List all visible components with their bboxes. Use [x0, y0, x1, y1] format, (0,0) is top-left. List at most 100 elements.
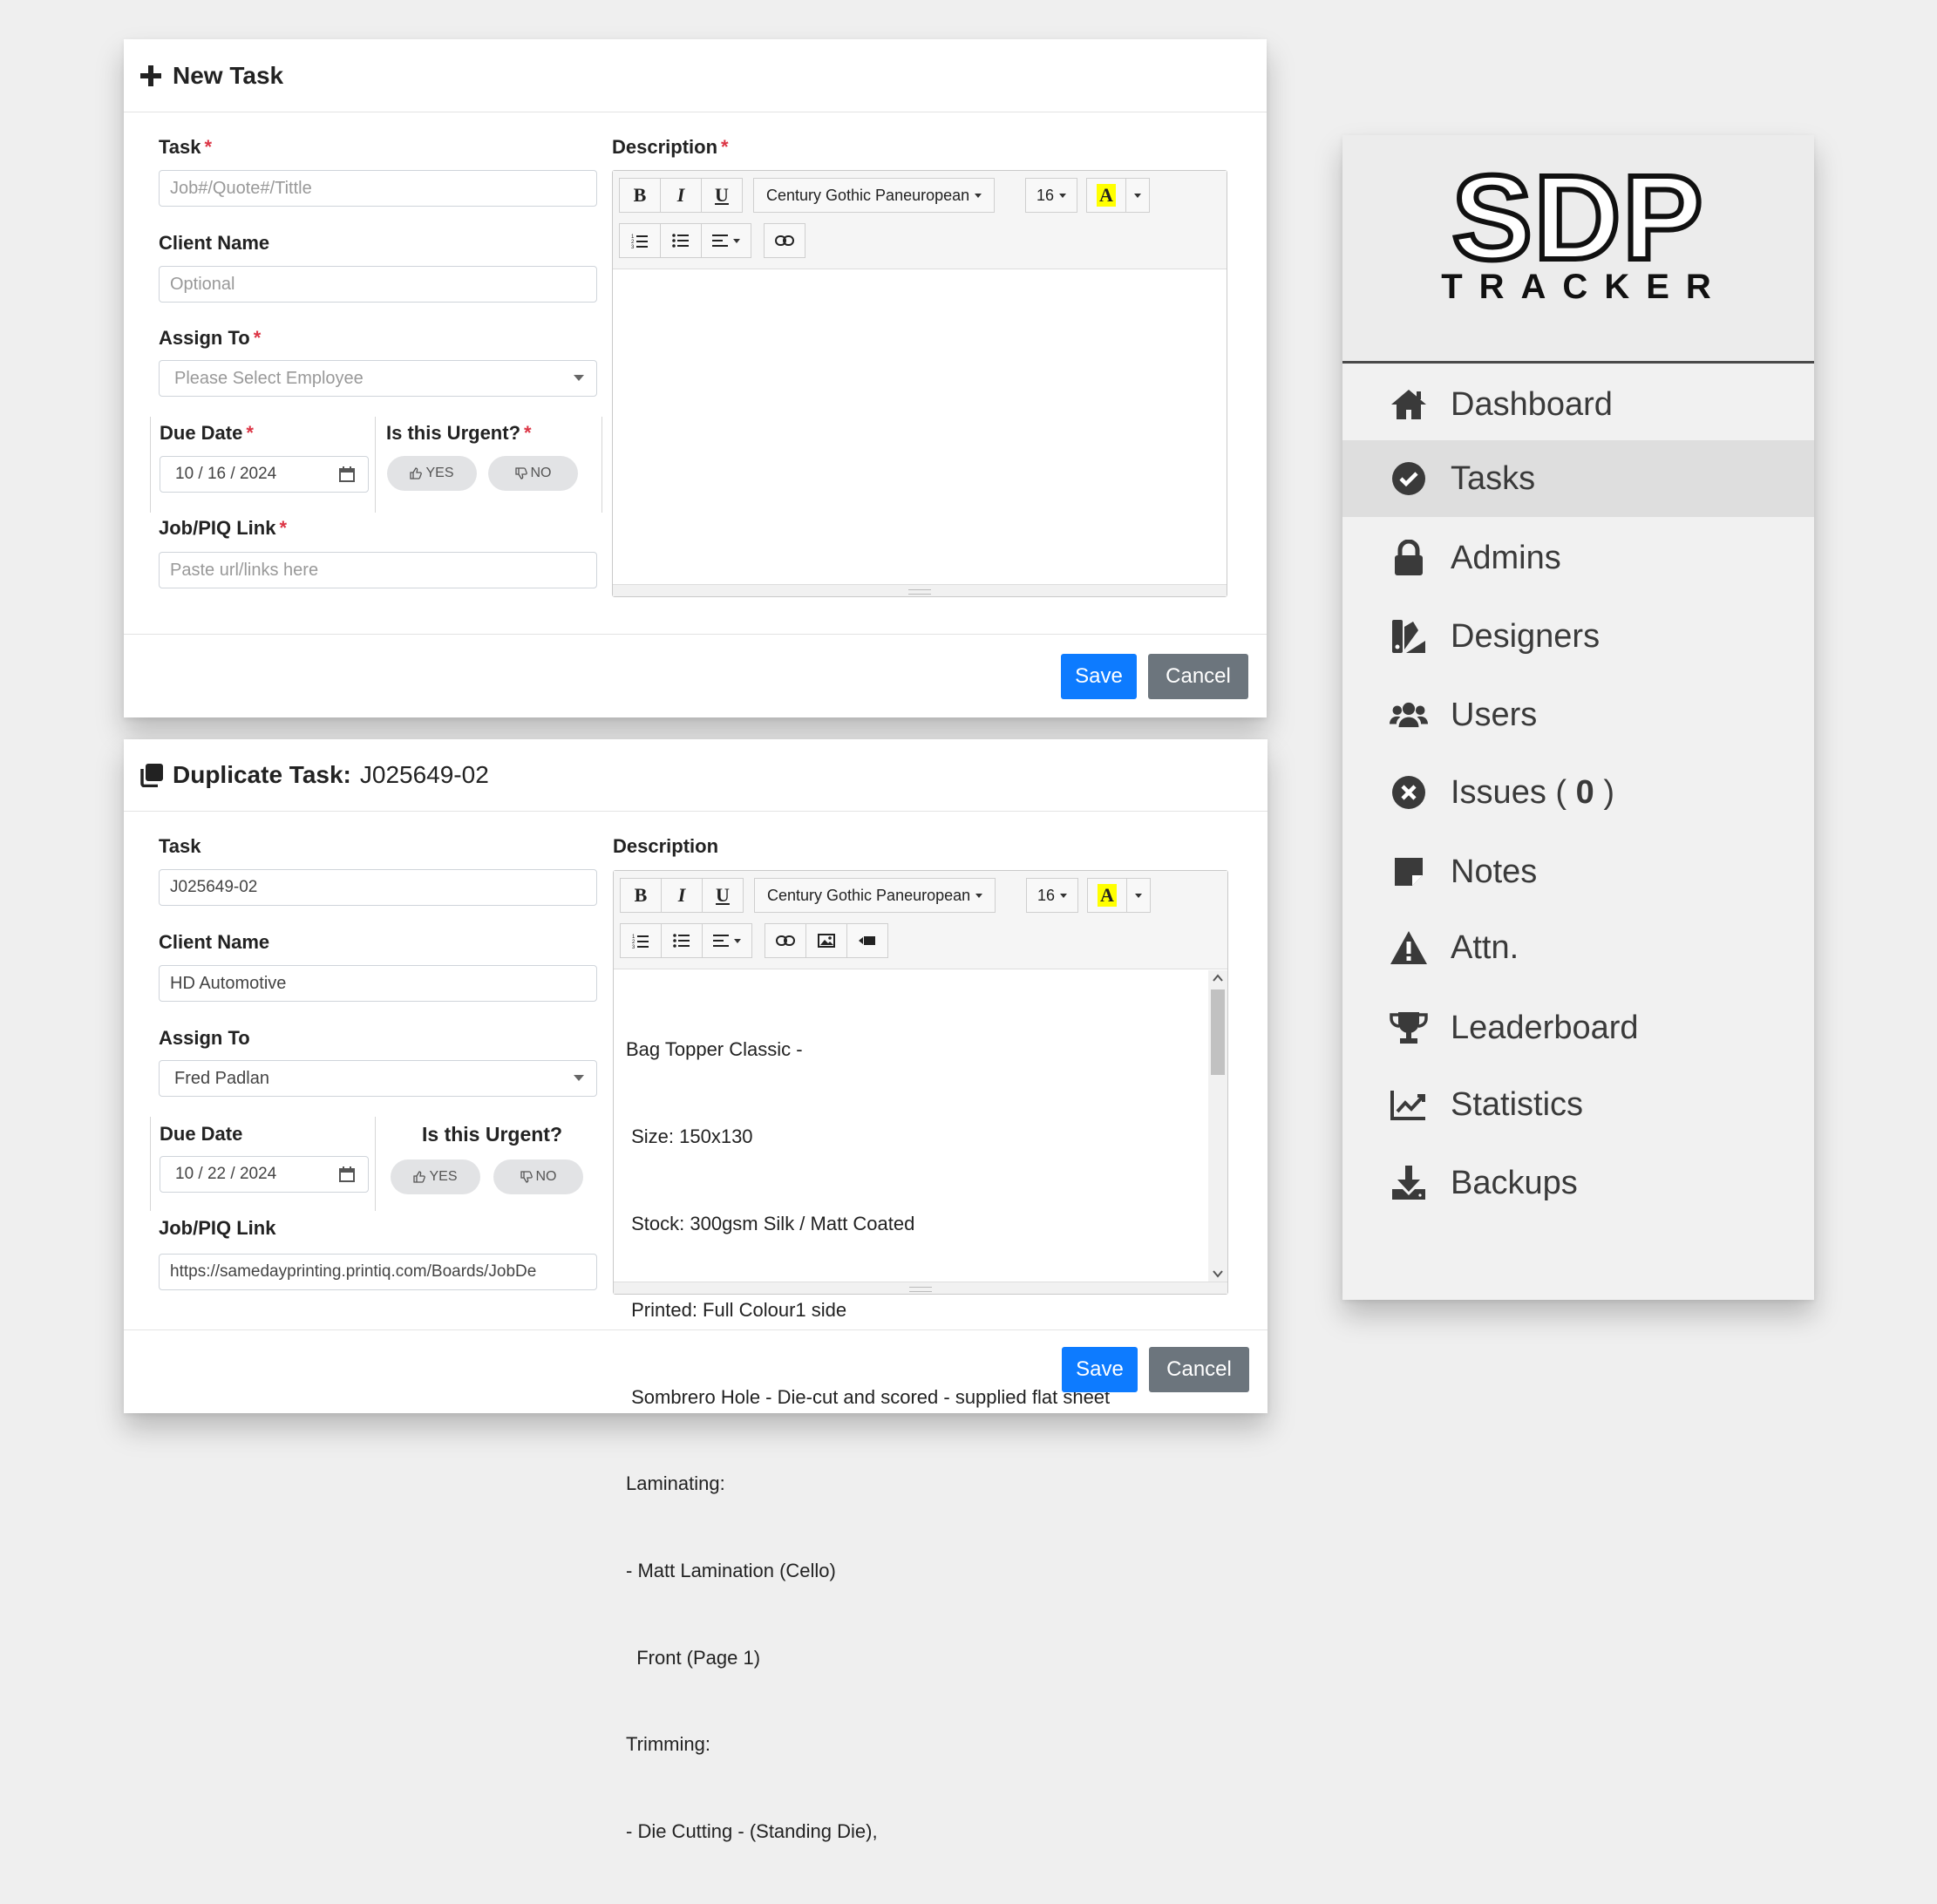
sticky-note-icon [1390, 853, 1428, 891]
sidebar-item-issues[interactable]: Issues ( 0 ) [1342, 754, 1814, 831]
due-date-input[interactable]: 10 / 16 / 2024 [160, 456, 369, 493]
description-line: - Matt Lamination (Cello) [626, 1560, 836, 1582]
cancel-button[interactable]: Cancel [1149, 1347, 1249, 1392]
urgent-no-button[interactable]: NO [488, 456, 578, 491]
sidebar-item-designers[interactable]: Designers [1342, 598, 1814, 675]
font-family-dropdown[interactable]: Century Gothic Paneuropean [754, 878, 996, 913]
sidebar-item-leaderboard[interactable]: Leaderboard [1342, 989, 1814, 1066]
sidebar-item-users[interactable]: Users [1342, 677, 1814, 753]
description-line: - Die Cutting - (Standing Die), [626, 1819, 878, 1842]
chart-line-icon [1390, 1085, 1428, 1124]
new-task-card: New Task Task * Job#/Quote#/Tittle Client… [124, 39, 1267, 717]
calendar-icon[interactable] [338, 1166, 356, 1183]
video-button[interactable] [846, 923, 888, 958]
underline-button[interactable]: U [701, 178, 743, 213]
client-name-label: Client Name [159, 931, 270, 953]
description-scrollbar[interactable] [1208, 970, 1227, 1282]
sidebar-item-dashboard[interactable]: Dashboard [1342, 366, 1814, 443]
sidebar-item-notes[interactable]: Notes [1342, 833, 1814, 910]
assign-to-select[interactable]: Fred Padlan [159, 1060, 597, 1097]
scrollbar-thumb[interactable] [1211, 989, 1225, 1075]
color-dropdown-button[interactable] [1126, 878, 1151, 913]
bold-button[interactable]: B [619, 178, 661, 213]
description-line: Front (Page 1) [626, 1646, 761, 1669]
assign-to-value: Please Select Employee [174, 368, 364, 388]
duplicate-task-title: Duplicate Task: [173, 761, 351, 788]
font-size-dropdown[interactable]: 16 [1025, 178, 1078, 213]
duplicate-task-card: Duplicate Task: J025649-02 Task J025649-… [124, 739, 1268, 1842]
scroll-up-icon[interactable] [1213, 974, 1223, 983]
sidebar-item-label: Issues ( 0 ) [1451, 773, 1614, 811]
job-link-input[interactable]: https://samedayprinting.printiq.com/Boar… [159, 1254, 597, 1290]
divider [375, 417, 376, 513]
no-label: NO [535, 1169, 557, 1184]
sidebar-item-label: Admins [1451, 539, 1561, 576]
description-line: Printed: Full Colour1 side [626, 1299, 847, 1322]
description-editor[interactable]: B I U Century Gothic Paneuropean 16 A 12… [613, 870, 1228, 1842]
urgent-yes-button[interactable]: YES [387, 456, 477, 491]
sidebar-item-backups[interactable]: Backups [1342, 1145, 1814, 1221]
duplicate-task-header: Duplicate Task: J025649-02 [124, 739, 1268, 812]
align-dropdown[interactable] [701, 223, 751, 258]
client-name-input[interactable]: HD Automotive [159, 965, 597, 1002]
save-button[interactable]: Save [1062, 1347, 1138, 1392]
due-date-label: Due Date [160, 1123, 243, 1145]
highlight-color-button[interactable]: A [1086, 178, 1126, 213]
font-size-dropdown[interactable]: 16 [1026, 878, 1079, 913]
image-button[interactable] [805, 923, 847, 958]
unordered-list-button[interactable] [661, 923, 703, 958]
cancel-button[interactable]: Cancel [1148, 654, 1248, 699]
editor-resize-handle[interactable] [614, 1282, 1227, 1294]
sidebar: SDP TRACKER Dashboard Tasks Admins Desig… [1342, 135, 1814, 1300]
chevron-down-icon [574, 1075, 584, 1081]
logo[interactable]: SDP TRACKER [1342, 135, 1814, 364]
urgent-no-button[interactable]: NO [493, 1159, 583, 1194]
urgent-yes-button[interactable]: YES [391, 1159, 480, 1194]
sidebar-item-label: Dashboard [1451, 385, 1613, 423]
due-date-input[interactable]: 10 / 22 / 2024 [160, 1156, 369, 1193]
job-link-label: Job/PIQ Link * [159, 517, 288, 539]
align-dropdown[interactable] [702, 923, 752, 958]
highlight-color-button[interactable]: A [1087, 878, 1127, 913]
ordered-list-button[interactable]: 123 [620, 923, 662, 958]
sidebar-item-label: Backups [1451, 1164, 1578, 1201]
bold-button[interactable]: B [620, 878, 662, 913]
save-button[interactable]: Save [1061, 654, 1137, 699]
unordered-list-button[interactable] [660, 223, 702, 258]
underline-button[interactable]: U [702, 878, 744, 913]
sidebar-item-admins[interactable]: Admins [1342, 520, 1814, 596]
sidebar-item-statistics[interactable]: Statistics [1342, 1066, 1814, 1143]
job-link-input[interactable]: Paste url/links here [159, 552, 597, 588]
calendar-icon[interactable] [338, 466, 356, 483]
editor-resize-handle[interactable] [613, 584, 1227, 596]
description-line: Bag Topper Classic - [626, 1038, 803, 1061]
thumbs-up-icon [413, 1171, 426, 1183]
assign-to-select[interactable]: Please Select Employee [159, 360, 597, 397]
italic-button[interactable]: I [661, 878, 703, 913]
urgent-label: Is this Urgent? [422, 1123, 563, 1146]
task-input[interactable]: Job#/Quote#/Tittle [159, 170, 597, 207]
link-button[interactable] [764, 223, 805, 258]
plus-icon [139, 63, 166, 89]
scroll-down-icon[interactable] [1213, 1269, 1223, 1278]
divider [150, 1117, 151, 1211]
sidebar-item-label: Statistics [1451, 1085, 1584, 1123]
download-icon [1390, 1164, 1428, 1202]
italic-button[interactable]: I [660, 178, 702, 213]
color-dropdown-button[interactable] [1125, 178, 1150, 213]
client-name-input[interactable]: Optional [159, 266, 597, 303]
lock-icon [1390, 539, 1428, 577]
description-label: Description * [612, 136, 729, 158]
task-input[interactable]: J025649-02 [159, 869, 597, 906]
font-family-dropdown[interactable]: Century Gothic Paneuropean [753, 178, 996, 213]
duplicate-task-footer: Save Cancel [124, 1329, 1268, 1413]
sidebar-item-attn[interactable]: Attn. [1342, 909, 1814, 986]
description-editor[interactable]: B I U Century Gothic Paneuropean 16 A 12… [612, 170, 1227, 597]
description-content[interactable]: Bag Topper Classic - Size: 150x130 Stock… [626, 977, 1110, 1904]
divider [601, 417, 602, 513]
sidebar-item-tasks[interactable]: Tasks [1342, 440, 1814, 517]
ordered-list-button[interactable]: 123 [619, 223, 661, 258]
link-button[interactable] [765, 923, 806, 958]
sidebar-item-label: Users [1451, 696, 1538, 733]
no-label: NO [530, 466, 552, 480]
